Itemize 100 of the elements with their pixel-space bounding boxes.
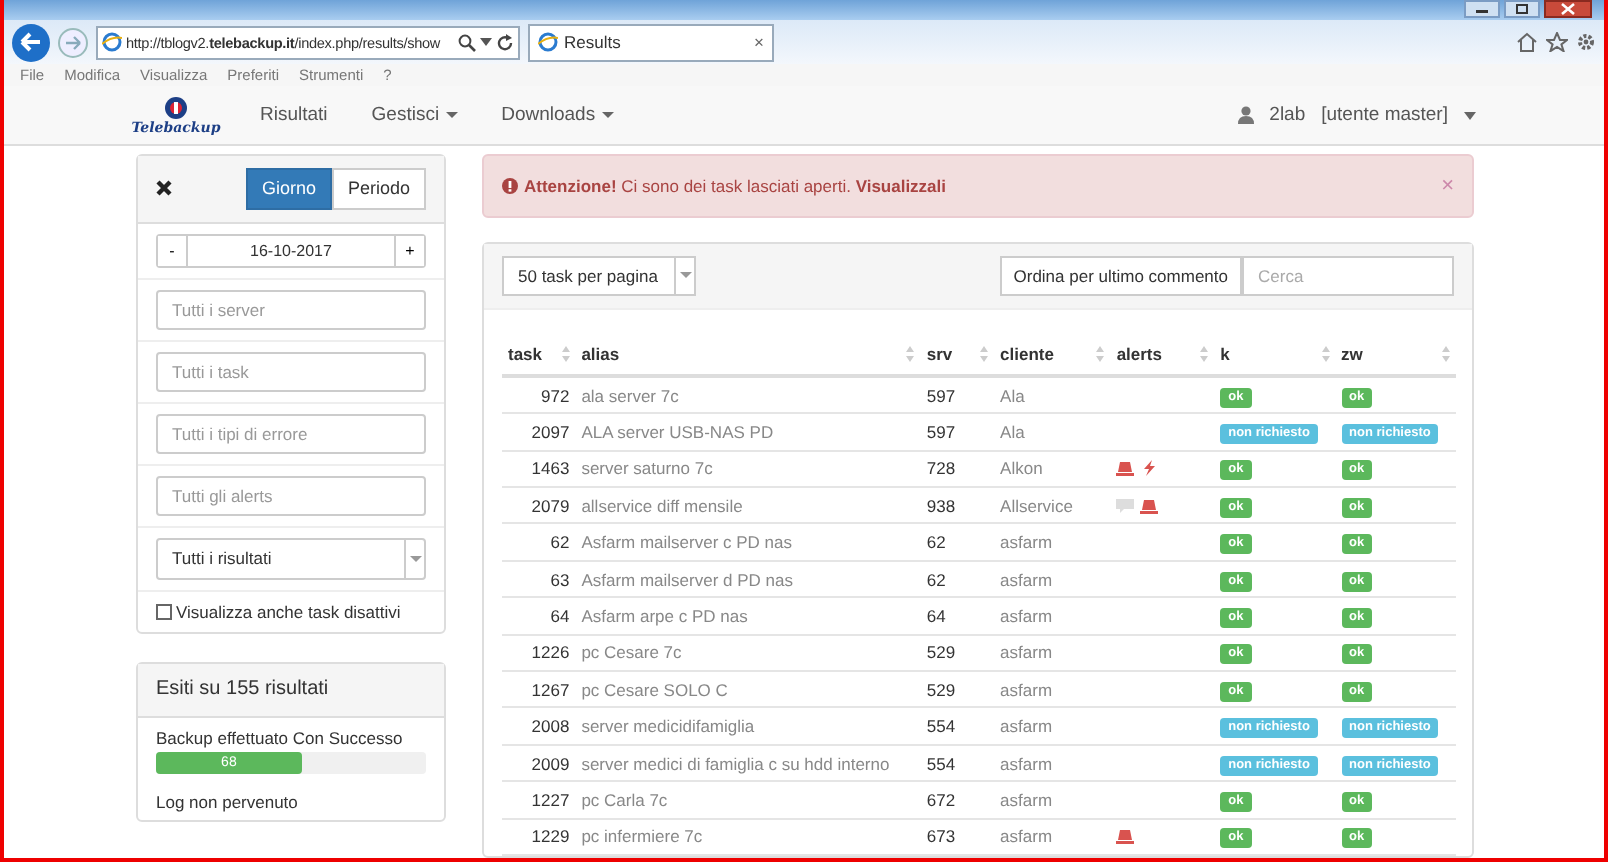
lightning-icon [1140, 460, 1159, 477]
globe-icon [538, 32, 558, 53]
user-role[interactable]: [utente master] [1321, 104, 1448, 127]
result-select[interactable]: Tutti i risultati [156, 537, 426, 580]
client-name: asfarm [1000, 679, 1053, 700]
client-name: asfarm [1000, 789, 1053, 810]
speech-bubble-icon [1116, 497, 1135, 514]
refresh-icon[interactable] [496, 33, 514, 52]
arrow-right-icon [65, 35, 81, 50]
caret-icon[interactable] [480, 38, 492, 47]
restore-icon[interactable] [1504, 0, 1540, 18]
column-header[interactable]: cliente [1000, 343, 1054, 364]
client-name: asfarm [1000, 532, 1053, 553]
client-name: Allservice [1000, 495, 1073, 516]
client-name: asfarm [1000, 605, 1053, 626]
column-header[interactable]: task [508, 343, 543, 364]
client-name: asfarm [1000, 753, 1053, 773]
column-header[interactable]: zw [1341, 343, 1363, 364]
sort-button[interactable]: Ordina per ultimo commento [999, 255, 1242, 296]
arrow-left-icon [20, 32, 42, 53]
server-id: 554 [926, 753, 956, 773]
task-id: 1267 [531, 679, 570, 700]
logo-icon [162, 95, 190, 120]
siren-icon [1116, 828, 1135, 845]
task-alias: ala server 7c [581, 385, 679, 406]
task-id: 64 [550, 605, 570, 626]
task-alias: pc Cesare 7c [581, 642, 682, 663]
server-id: 597 [926, 385, 956, 406]
task-alias: pc Cesare SOLO C [581, 679, 728, 700]
filter-field[interactable]: Tutti i tipi di errore [156, 413, 426, 454]
siren-icon [1140, 497, 1159, 514]
task-alias: allservice diff mensile [581, 495, 743, 516]
server-id: 529 [926, 642, 956, 663]
client-name: Ala [1000, 385, 1025, 406]
username[interactable]: 2lab [1269, 104, 1306, 127]
server-id: 597 [926, 421, 956, 442]
tab-close-button[interactable]: × [754, 32, 764, 53]
checkbox-label: Visualizza anche task disattivi [176, 601, 401, 622]
result-label: Backup effettuato Con Successo [156, 727, 405, 748]
client-name: Alkon [1000, 458, 1043, 479]
client-name: asfarm [1000, 642, 1053, 663]
client-name: asfarm [1000, 826, 1053, 847]
server-id: 62 [926, 569, 946, 590]
user-icon [1237, 106, 1254, 125]
task-id: 2008 [531, 716, 570, 737]
back-button[interactable] [12, 23, 50, 62]
nav-link[interactable]: Gestisci [371, 104, 458, 127]
task-id: 1227 [531, 789, 570, 810]
mode-toggle[interactable]: Giorno [245, 167, 332, 210]
task-alias: server saturno 7c [581, 458, 713, 479]
task-id: 2079 [531, 495, 570, 516]
checkbox[interactable] [156, 603, 172, 620]
column-header[interactable]: alias [581, 343, 620, 364]
task-alias: Asfarm mailserver d PD nas [581, 569, 793, 590]
star-icon[interactable] [1546, 32, 1568, 53]
task-id: 972 [541, 385, 570, 406]
server-id: 554 [926, 716, 956, 737]
search-field[interactable]: Cerca [1242, 255, 1454, 296]
task-id: 62 [550, 532, 570, 553]
task-alias: pc Carla 7c [581, 789, 668, 810]
filter-field[interactable]: Tutti gli alerts [156, 475, 426, 516]
close-icon[interactable] [1544, 0, 1592, 18]
close-icon[interactable] [156, 180, 172, 197]
server-id: 64 [926, 605, 946, 626]
nav-link[interactable]: Risultati [260, 104, 328, 127]
client-name: asfarm [1000, 569, 1053, 590]
task-alias: ALA server USB-NAS PD [581, 421, 774, 442]
column-header[interactable]: srv [926, 343, 953, 364]
task-id: 2097 [531, 421, 570, 442]
panel-title: Esiti su 155 risultati [138, 663, 444, 718]
filter-field[interactable]: Tutti i server [156, 289, 426, 330]
task-id: 1463 [531, 458, 570, 479]
search-icon[interactable] [458, 33, 476, 52]
task-id: 1226 [531, 642, 570, 663]
server-id: 938 [926, 495, 956, 516]
task-alias: Asfarm mailserver c PD nas [581, 532, 793, 553]
task-id: 63 [550, 569, 570, 590]
column-header[interactable]: k [1220, 343, 1230, 364]
result-label: Log non pervenuto [156, 791, 300, 812]
task-alias: server medicidifamiglia [581, 716, 755, 737]
task-alias: Asfarm arpe c PD nas [581, 605, 748, 626]
exclamation-icon [502, 177, 518, 194]
minimize-icon[interactable] [1464, 0, 1500, 18]
server-id: 728 [926, 458, 956, 479]
alert-message: Attenzione! Ci sono dei task lasciati aperti. Visualizzali [524, 175, 949, 196]
browser-tab[interactable]: Results × [528, 23, 774, 62]
server-id: 673 [926, 826, 956, 847]
client-name: Ala [1000, 421, 1025, 442]
nav-link[interactable]: Downloads [501, 104, 614, 127]
mode-toggle[interactable]: Periodo [331, 167, 426, 210]
filter-field[interactable]: Tutti i task [156, 351, 426, 392]
home-icon[interactable] [1516, 32, 1538, 53]
siren-icon [1116, 460, 1135, 477]
task-id: 1229 [531, 826, 570, 847]
page-size-select[interactable]: 50 task per pagina [502, 255, 696, 296]
task-alias: pc infermiere 7c [581, 826, 703, 847]
column-header[interactable]: alerts [1116, 343, 1162, 364]
task-id: 2009 [531, 753, 570, 773]
caret-icon[interactable] [1464, 111, 1476, 120]
server-id: 62 [926, 532, 946, 553]
